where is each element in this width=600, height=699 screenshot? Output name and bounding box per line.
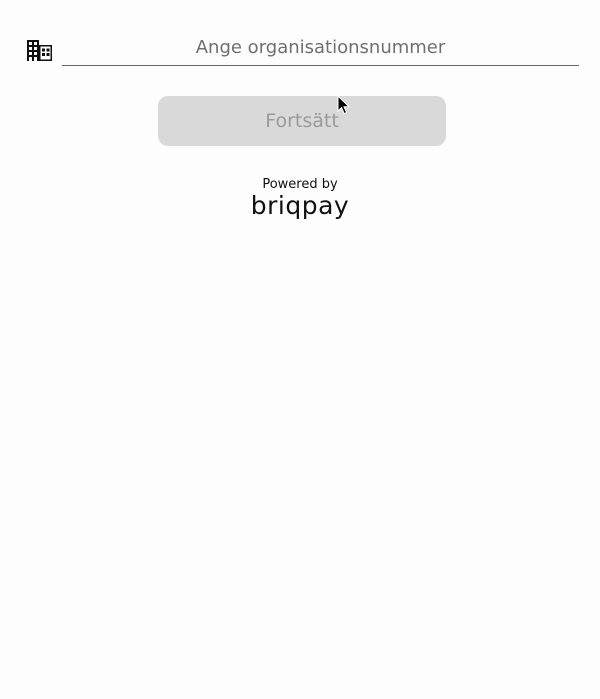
- org-number-input[interactable]: [62, 30, 579, 66]
- org-number-form: Fortsätt Powered by briqpay: [0, 0, 600, 699]
- continue-button[interactable]: Fortsätt: [158, 96, 446, 146]
- org-number-row: [0, 24, 600, 72]
- briqpay-logo[interactable]: briqpay: [0, 191, 600, 220]
- mouse-cursor-icon: [337, 95, 351, 115]
- building-icon: [27, 40, 52, 61]
- powered-by-label: Powered by: [262, 177, 338, 192]
